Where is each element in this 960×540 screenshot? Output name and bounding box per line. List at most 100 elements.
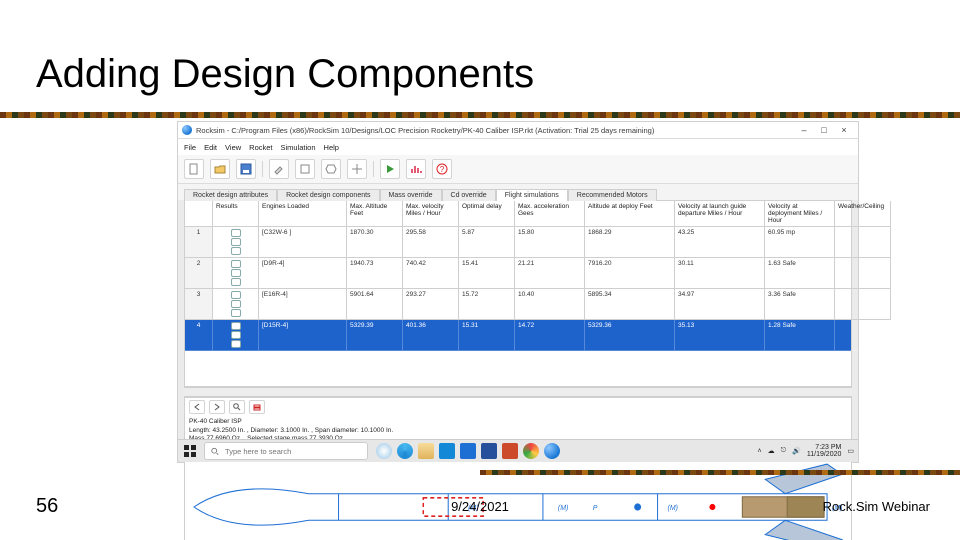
- close-button[interactable]: ×: [834, 124, 854, 136]
- play-icon[interactable]: [380, 159, 400, 179]
- col-max-vel: Max. velocity Miles / Hour: [403, 201, 459, 227]
- menu-simulation[interactable]: Simulation: [281, 143, 316, 152]
- zoom-icon[interactable]: [229, 400, 245, 414]
- taskbar-clock[interactable]: 7:23 PM 11/19/2020: [807, 444, 842, 458]
- table-row[interactable]: 1[C32W-6 ]1870.30295.585.8715.801868.294…: [185, 227, 851, 258]
- cell-acc: 21.21: [515, 258, 585, 289]
- menubar: File Edit View Rocket Simulation Help: [178, 139, 858, 155]
- chevron-up-icon[interactable]: ˄: [758, 448, 762, 455]
- col-max-alt: Max. Altitude Feet: [347, 201, 403, 227]
- cell-weather: [835, 320, 891, 351]
- taskbar-search[interactable]: [204, 442, 368, 460]
- slide: Adding Design Components Rocksim - C:/Pr…: [0, 0, 960, 540]
- tab-mass-override[interactable]: Mass override: [380, 189, 442, 201]
- slide-title: Adding Design Components: [36, 52, 534, 97]
- cell-guide-v: 34.97: [675, 289, 765, 320]
- cell-engine: [C32W-6 ]: [259, 227, 347, 258]
- store-icon[interactable]: [439, 443, 455, 459]
- cell-guide-v: 35.13: [675, 320, 765, 351]
- maximize-button[interactable]: □: [814, 124, 834, 136]
- onedrive-icon[interactable]: ☁: [768, 447, 775, 455]
- help-icon[interactable]: ?: [432, 159, 452, 179]
- next-icon[interactable]: [209, 400, 225, 414]
- cell-max-alt: 5329.39: [347, 320, 403, 351]
- table-row[interactable]: 3[E16R-4]5901.64293.2715.7210.405895.343…: [185, 289, 851, 320]
- col-opt-delay: Optimal delay: [459, 201, 515, 227]
- cell-max-vel: 401.36: [403, 320, 459, 351]
- cell-max-vel: 293.27: [403, 289, 459, 320]
- powerpoint-icon[interactable]: [502, 443, 518, 459]
- table-row[interactable]: 4[D15R-4]5329.39401.3615.3114.725329.363…: [185, 320, 851, 351]
- design-pane: PK-40 Caliber ISP Length: 43.2500 In. , …: [184, 397, 852, 540]
- tab-flight-simulations[interactable]: Flight simulations: [496, 189, 568, 201]
- wifi-icon[interactable]: ⎋: [781, 447, 787, 455]
- col-engines: Engines Loaded: [259, 201, 347, 227]
- cell-delay: 15.31: [459, 320, 515, 351]
- notifications-icon[interactable]: ▭: [847, 447, 854, 455]
- cell-dep-alt: 1868.29: [585, 227, 675, 258]
- cell-acc: 15.80: [515, 227, 585, 258]
- cell-delay: 15.72: [459, 289, 515, 320]
- col-index: [185, 201, 213, 227]
- tab-recommended-motors[interactable]: Recommended Motors: [568, 189, 657, 201]
- accent-bar-top: [0, 112, 960, 118]
- save-icon[interactable]: [236, 159, 256, 179]
- toolbar-separator: [262, 161, 263, 177]
- cell-index: 1: [185, 227, 213, 258]
- titlebar: Rocksim - C:/Program Files (x86)/RockSim…: [178, 122, 858, 139]
- menu-view[interactable]: View: [225, 143, 241, 152]
- menu-edit[interactable]: Edit: [204, 143, 217, 152]
- tool-icon[interactable]: [269, 159, 289, 179]
- page-brand: Rock.Sim Webinar: [823, 499, 930, 514]
- search-input[interactable]: [223, 446, 361, 457]
- chrome-icon[interactable]: [523, 443, 539, 459]
- menu-rocket[interactable]: Rocket: [249, 143, 272, 152]
- splitter[interactable]: [184, 387, 852, 397]
- cell-dep-alt: 7916.20: [585, 258, 675, 289]
- explorer-icon[interactable]: [418, 443, 434, 459]
- cell-index: 3: [185, 289, 213, 320]
- cortana-icon[interactable]: [376, 443, 392, 459]
- cell-dep-v: 1.63 Safe: [765, 258, 835, 289]
- chart-icon[interactable]: [406, 159, 426, 179]
- search-icon: [211, 447, 219, 456]
- tool-icon[interactable]: [347, 159, 367, 179]
- tab-design-attributes[interactable]: Rocket design attributes: [184, 189, 277, 201]
- minimize-button[interactable]: –: [794, 124, 814, 136]
- cell-index: 2: [185, 258, 213, 289]
- windows-taskbar: ˄ ☁ ⎋ 🔊 7:23 PM 11/19/2020 ▭: [178, 439, 858, 462]
- cell-guide-v: 30.11: [675, 258, 765, 289]
- grid-header: Results Engines Loaded Max. Altitude Fee…: [185, 201, 851, 227]
- tab-cd-override[interactable]: Cd override: [442, 189, 496, 201]
- toolbar: ?: [178, 155, 858, 184]
- cell-max-alt: 1870.30: [347, 227, 403, 258]
- start-button[interactable]: [182, 443, 198, 459]
- mail-icon[interactable]: [460, 443, 476, 459]
- new-file-icon[interactable]: [184, 159, 204, 179]
- volume-icon[interactable]: 🔊: [792, 447, 801, 455]
- cell-engine: [D15R-4]: [259, 320, 347, 351]
- edge-icon[interactable]: [397, 443, 413, 459]
- table-row[interactable]: 2[D9R-4]1940.73740.4215.4121.217916.2030…: [185, 258, 851, 289]
- cell-results: [213, 227, 259, 258]
- tab-design-components[interactable]: Rocket design components: [277, 189, 379, 201]
- word-icon[interactable]: [481, 443, 497, 459]
- open-file-icon[interactable]: [210, 159, 230, 179]
- clock-date: 11/19/2020: [807, 451, 842, 458]
- cell-max-vel: 740.42: [403, 258, 459, 289]
- layers-icon[interactable]: [249, 400, 265, 414]
- cell-acc: 10.40: [515, 289, 585, 320]
- tool-icon[interactable]: [295, 159, 315, 179]
- menu-help[interactable]: Help: [324, 143, 339, 152]
- rocksim-icon[interactable]: [544, 443, 560, 459]
- design-dims: Length: 43.2500 In. , Diameter: 3.1000 I…: [189, 427, 847, 435]
- menu-file[interactable]: File: [184, 143, 196, 152]
- col-alt-deploy: Altitude at deploy Feet: [585, 201, 675, 227]
- cell-results: [213, 320, 259, 351]
- cell-dep-alt: 5329.36: [585, 320, 675, 351]
- prev-icon[interactable]: [189, 400, 205, 414]
- grid-blank: [185, 351, 851, 386]
- simulation-grid[interactable]: Results Engines Loaded Max. Altitude Fee…: [184, 200, 852, 387]
- design-name: PK-40 Caliber ISP: [189, 418, 847, 426]
- tool-icon[interactable]: [321, 159, 341, 179]
